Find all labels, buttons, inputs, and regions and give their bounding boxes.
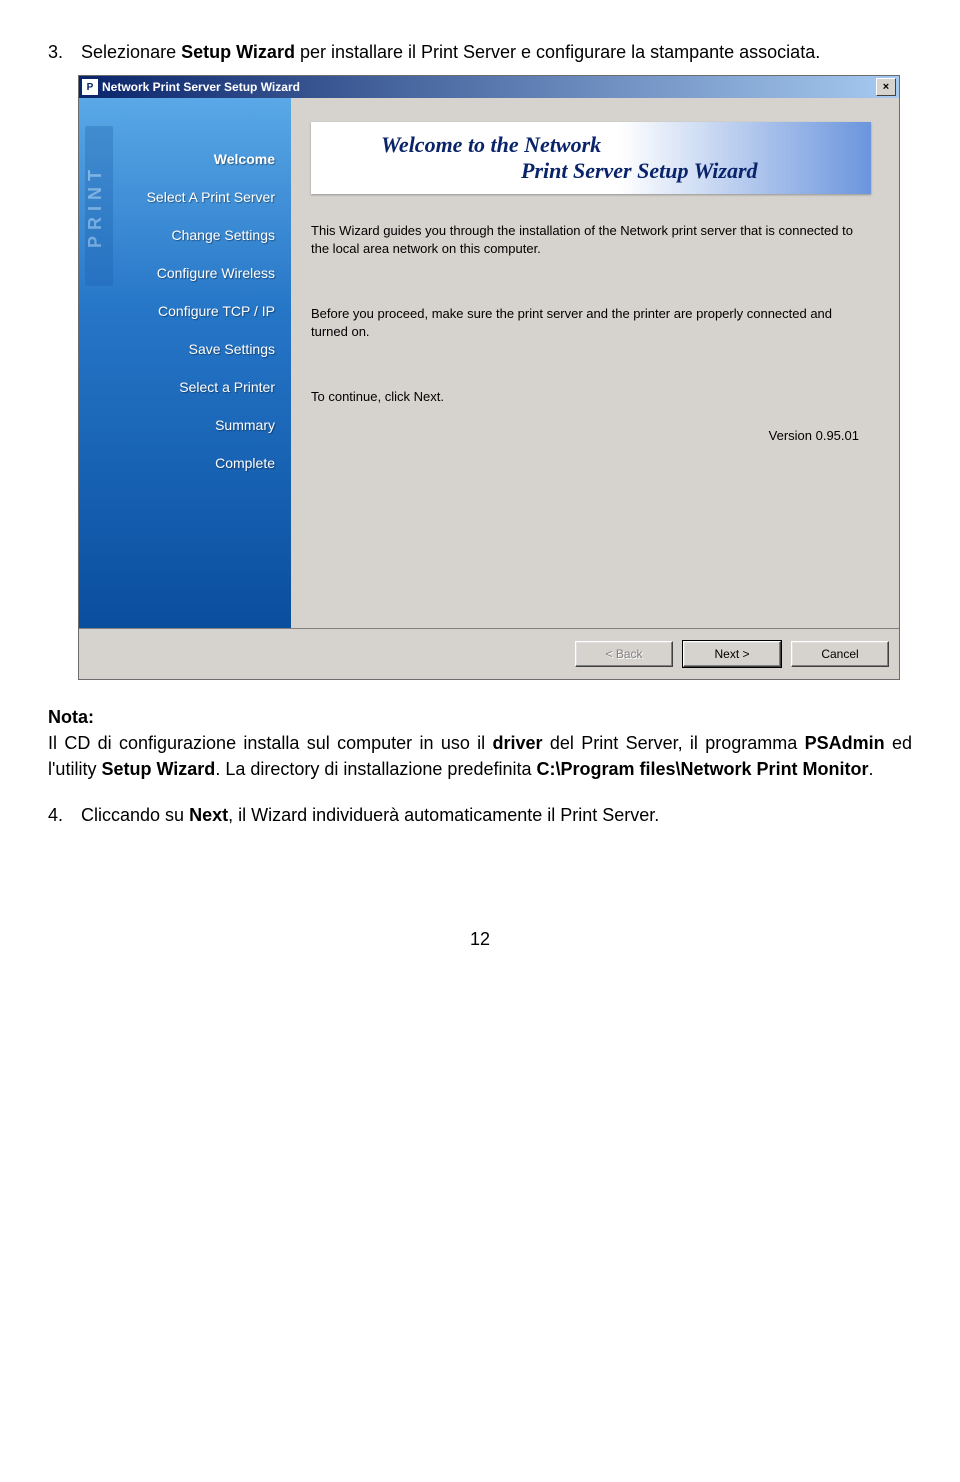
sidebar-item-configure-tcpip: Configure TCP / IP [79, 292, 291, 330]
page-number: 12 [48, 929, 912, 950]
welcome-banner: Welcome to the Network Print Server Setu… [311, 122, 871, 194]
panel-p1: This Wizard guides you through the insta… [311, 222, 871, 257]
bold-setup-wizard: Setup Wizard [181, 42, 295, 62]
button-row: < Back Next > Cancel [79, 628, 899, 679]
bold-driver: driver [493, 733, 543, 753]
panel-p3: To continue, click Next. [311, 388, 871, 406]
note-heading: Nota: [48, 707, 94, 727]
version-label: Version 0.95.01 [769, 428, 859, 443]
wizard-body: PRINT Welcome Select A Print Server Chan… [79, 98, 899, 628]
main-panel: Welcome to the Network Print Server Setu… [291, 98, 899, 628]
step-3-text: Selezionare Setup Wizard per installare … [81, 42, 820, 62]
step-4-text: Cliccando su Next, il Wizard individuerà… [81, 805, 659, 825]
sidebar-item-complete: Complete [79, 444, 291, 482]
bold-psadmin: PSAdmin [805, 733, 885, 753]
step-4: 4. Cliccando su Next, il Wizard individu… [48, 803, 912, 828]
back-button[interactable]: < Back [575, 641, 673, 667]
wizard-window: P Network Print Server Setup Wizard × PR… [78, 75, 900, 680]
banner-line1: Welcome to the Network [381, 132, 871, 158]
bold-setup-wizard-2: Setup Wizard [101, 759, 215, 779]
panel-text: This Wizard guides you through the insta… [311, 222, 871, 406]
next-button[interactable]: Next > [683, 641, 781, 667]
bold-path: C:\Program files\Network Print Monitor [537, 759, 869, 779]
sidebar-logo: PRINT [85, 126, 113, 286]
panel-p2: Before you proceed, make sure the print … [311, 305, 871, 340]
cancel-button[interactable]: Cancel [791, 641, 889, 667]
banner-line2: Print Server Setup Wizard [381, 158, 871, 184]
sidebar-item-summary: Summary [79, 406, 291, 444]
note-block: Nota: Il CD di configurazione installa s… [48, 704, 912, 782]
bold-next: Next [189, 805, 228, 825]
app-icon: P [82, 79, 98, 95]
window-title: Network Print Server Setup Wizard [102, 80, 300, 94]
close-icon[interactable]: × [876, 78, 896, 96]
sidebar-item-save-settings: Save Settings [79, 330, 291, 368]
step-3: 3. Selezionare Setup Wizard per installa… [48, 40, 912, 65]
titlebar: P Network Print Server Setup Wizard × [79, 76, 899, 98]
step-number: 3. [48, 40, 76, 65]
sidebar-item-select-printer: Select a Printer [79, 368, 291, 406]
sidebar: PRINT Welcome Select A Print Server Chan… [79, 98, 291, 628]
step-number-4: 4. [48, 803, 76, 828]
